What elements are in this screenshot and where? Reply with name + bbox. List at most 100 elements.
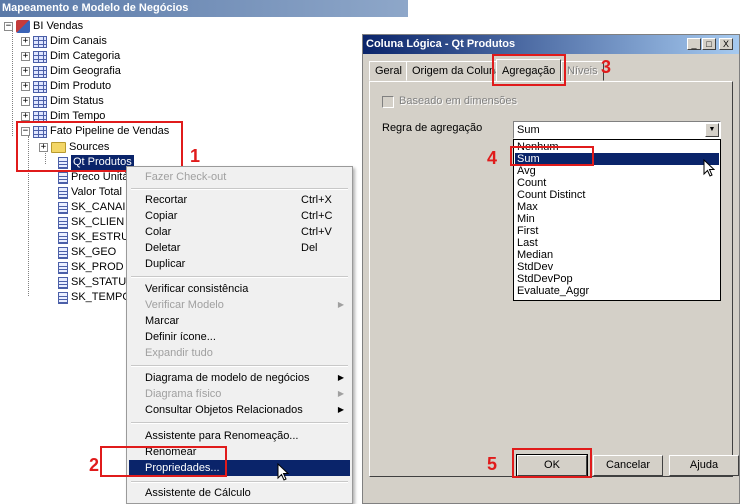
expand-icon[interactable]: + [21,67,30,76]
dimension-based-label: Baseado em dimensões [399,95,518,107]
tree-item-label: Dim Canais [50,35,107,47]
menu-item-set-icon[interactable]: Definir ícone... [129,329,350,345]
tree-item-dim[interactable]: + Dim Produto [21,79,111,94]
dropdown-option[interactable]: Count Distinct [515,189,719,201]
tree-item-label: SK_CLIEN [71,216,125,228]
aggregation-rule-label: Regra de agregação [382,122,483,134]
collapse-icon[interactable]: − [4,22,13,31]
annotation-box-5 [512,448,592,478]
cancel-button[interactable]: Cancelar [593,455,663,476]
tree-guide-line [12,28,13,136]
tree-item-label: Dim Status [50,95,104,107]
menu-separator [131,276,348,278]
annotation-number-3: 3 [601,57,612,77]
dropdown-option[interactable]: Last [515,237,719,249]
tree-item-column[interactable]: SK_STATU [58,275,126,290]
tab-levels[interactable]: Níveis [561,61,604,81]
column-icon [58,261,68,274]
tab-general[interactable]: Geral [369,61,408,81]
dropdown-option[interactable]: Median [515,249,719,261]
expand-icon[interactable]: + [21,97,30,106]
dropdown-option[interactable]: StdDev [515,261,719,273]
menu-separator [131,481,348,483]
menu-item-expand-all[interactable]: Expandir tudo [129,345,350,361]
dropdown-option[interactable]: Max [515,201,719,213]
pane-title: Mapeamento e Modelo de Negócios [0,0,408,17]
annotation-box-2 [100,446,227,477]
dropdown-option[interactable]: Avg [515,165,719,177]
tree-item-column[interactable]: Preco Unitá [58,170,128,185]
menu-separator [131,365,348,367]
submenu-arrow-icon: ▶ [337,405,344,414]
tree-item-column[interactable]: SK_ESTRU [58,230,129,245]
minimize-button[interactable]: _ [687,38,701,50]
expand-icon[interactable]: + [21,52,30,61]
menu-item-duplicate[interactable]: Duplicar [129,256,350,272]
annotation-box-4 [510,146,594,166]
column-icon [58,216,68,229]
annotation-number-1: 1 [190,146,201,166]
menu-item-checkout[interactable]: Fazer Check-out [129,169,350,185]
annotation-box-3 [492,54,566,86]
column-icon [58,171,68,184]
column-icon [58,201,68,214]
expand-icon[interactable]: + [21,82,30,91]
expand-icon[interactable]: + [21,37,30,46]
tree-item-label: SK_ESTRU [71,231,130,243]
menu-item-calculation-wizard[interactable]: Assistente de Cálculo [129,485,350,501]
column-icon [58,276,68,289]
tree-item-column[interactable]: SK_TEMPO [58,290,131,305]
mouse-cursor-icon [703,159,715,177]
column-icon [58,231,68,244]
expand-icon[interactable]: + [21,112,30,121]
tree-item-dim[interactable]: + Dim Status [21,94,104,109]
tree-item-dim[interactable]: + Dim Geografia [21,64,121,79]
submenu-arrow-icon: ▶ [337,389,344,398]
tree-item-column[interactable]: SK_GEO [58,245,116,260]
table-icon [33,35,47,48]
column-icon [58,246,68,259]
dropdown-option[interactable]: StdDevPop [515,273,719,285]
maximize-button[interactable]: □ [702,38,716,50]
tree-item-label: Preco Unitá [71,171,129,183]
menu-item-delete[interactable]: Deletar Del [129,240,350,256]
help-button[interactable]: Ajuda [669,455,739,476]
menu-item-rename-wizard[interactable]: Assistente para Renomeação... [129,428,350,444]
column-icon [58,291,68,304]
menu-item-check-model[interactable]: Verificar Modelo ▶ [129,297,350,313]
tree-item-column[interactable]: SK_PROD [58,260,124,275]
logical-column-dialog: Coluna Lógica - Qt Produtos _ □ X Geral … [362,34,740,504]
tree-item-label: Dim Categoria [50,50,121,62]
menu-item-check-consistency[interactable]: Verificar consistência [129,281,350,297]
menu-item-mark[interactable]: Marcar [129,313,350,329]
annotation-number-2: 2 [89,455,100,475]
menu-item-physical-diagram[interactable]: Diagrama físico ▶ [129,386,350,402]
tree-item-label: Dim Geografia [50,65,121,77]
menu-item-business-model-diagram[interactable]: Diagrama de modelo de negócios ▶ [129,370,350,386]
tree-item-dim[interactable]: + Dim Canais [21,34,107,49]
close-button[interactable]: X [719,38,733,50]
dimension-based-checkbox[interactable] [382,96,394,108]
dropdown-option[interactable]: Min [515,213,719,225]
menu-item-related-objects[interactable]: Consultar Objetos Relacionados ▶ [129,402,350,418]
tree-item-root[interactable]: − BI Vendas [4,19,83,34]
tree-item-dim[interactable]: + Dim Categoria [21,49,120,64]
tree-item-column[interactable]: SK_CANAI [58,200,125,215]
table-icon [33,50,47,63]
business-model-icon [16,20,30,33]
aggregation-rule-select[interactable]: Sum ▼ [513,121,721,139]
column-icon [58,186,68,199]
tree-item-column[interactable]: Valor Total [58,185,122,200]
chevron-down-icon[interactable]: ▼ [705,123,719,137]
annotation-box-1 [16,121,183,172]
dropdown-option[interactable]: Evaluate_Aggr [515,285,719,297]
tree-item-column[interactable]: SK_CLIEN [58,215,124,230]
dropdown-option[interactable]: First [515,225,719,237]
menu-separator [131,422,348,424]
dropdown-option[interactable]: Count [515,177,719,189]
menu-item-copy[interactable]: Copiar Ctrl+C [129,208,350,224]
menu-item-paste[interactable]: Colar Ctrl+V [129,224,350,240]
menu-item-cut[interactable]: Recortar Ctrl+X [129,192,350,208]
table-icon [33,65,47,78]
table-icon [33,95,47,108]
